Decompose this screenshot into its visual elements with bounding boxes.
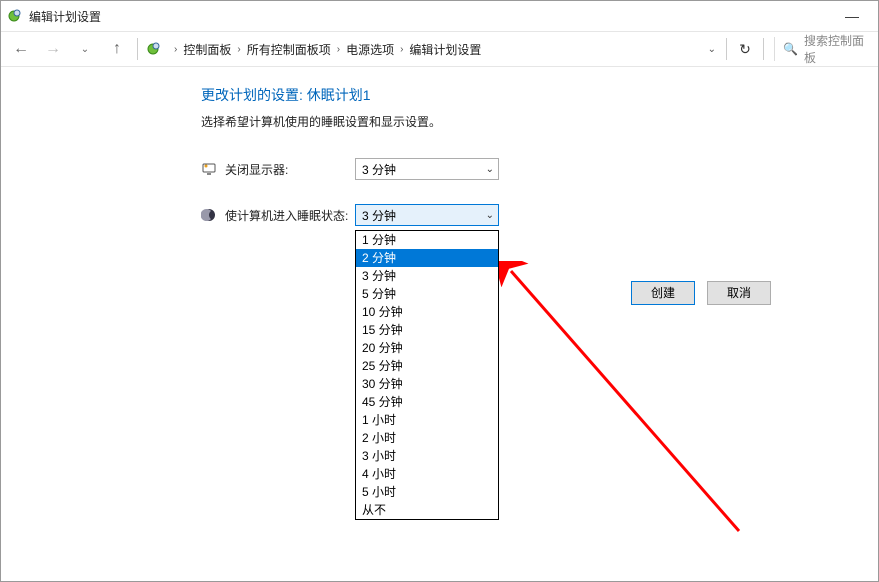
dropdown-option[interactable]: 15 分钟 [356,321,498,339]
dropdown-option[interactable]: 25 分钟 [356,357,498,375]
dropdown-option[interactable]: 1 分钟 [356,231,498,249]
dropdown-option[interactable]: 2 小时 [356,429,498,447]
titlebar: 编辑计划设置 — [1,1,878,31]
sleep-value: 3 分钟 [362,207,486,224]
chevron-right-icon: › [337,44,340,55]
sleep-row: 使计算机进入睡眠状态: 3 分钟 ⌄ [201,204,878,226]
dropdown-option[interactable]: 5 小时 [356,483,498,501]
monitor-icon [201,161,217,177]
chevron-right-icon: › [400,44,403,55]
search-input[interactable]: 🔍 搜索控制面板 [774,37,874,61]
breadcrumb-item[interactable]: 编辑计划设置 [409,41,481,58]
dropdown-option[interactable]: 5 分钟 [356,285,498,303]
breadcrumb[interactable]: › 控制面板 › 所有控制面板项 › 电源选项 › 编辑计划设置 ⌄ [142,41,722,58]
minimize-button[interactable]: — [832,8,872,24]
dropdown-option[interactable]: 2 分钟 [356,249,498,267]
dropdown-option[interactable]: 4 小时 [356,465,498,483]
button-row: 创建 取消 [631,281,771,305]
display-off-label: 关闭显示器: [225,161,355,178]
back-button[interactable]: ← [5,35,37,63]
refresh-button[interactable]: ↻ [731,41,759,58]
breadcrumb-item[interactable]: 电源选项 [346,41,394,58]
up-button[interactable]: ↑ [101,35,133,63]
sleep-select[interactable]: 3 分钟 ⌄ [355,204,499,226]
cancel-button[interactable]: 取消 [707,281,771,305]
dropdown-option[interactable]: 45 分钟 [356,393,498,411]
breadcrumb-item[interactable]: 所有控制面板项 [247,41,331,58]
display-off-value: 3 分钟 [362,161,486,178]
recent-dropdown[interactable]: ⌄ [69,35,101,63]
sleep-label: 使计算机进入睡眠状态: [225,207,355,224]
moon-icon [201,207,217,223]
forward-button[interactable]: → [37,35,69,63]
content-area: 更改计划的设置: 休眠计划1 选择希望计算机使用的睡眠设置和显示设置。 关闭显示… [1,67,878,226]
chevron-right-icon: › [237,44,240,55]
dropdown-option[interactable]: 3 小时 [356,447,498,465]
navbar: ← → ⌄ ↑ › 控制面板 › 所有控制面板项 › 电源选项 › 编辑计划设置… [1,31,878,67]
search-icon: 🔍 [783,42,798,56]
chevron-down-icon[interactable]: ⌄ [708,44,716,55]
search-placeholder: 搜索控制面板 [804,32,874,66]
dropdown-option[interactable]: 20 分钟 [356,339,498,357]
nav-separator [726,38,727,60]
breadcrumb-item[interactable]: 控制面板 [183,41,231,58]
dropdown-option[interactable]: 1 小时 [356,411,498,429]
dropdown-option[interactable]: 30 分钟 [356,375,498,393]
app-icon [7,8,23,24]
display-off-row: 关闭显示器: 3 分钟 ⌄ [201,158,878,180]
sleep-dropdown-list[interactable]: 1 分钟2 分钟3 分钟5 分钟10 分钟15 分钟20 分钟25 分钟30 分… [355,230,499,520]
chevron-right-icon: › [174,44,177,55]
chevron-down-icon: ⌄ [486,210,494,221]
nav-separator [137,38,138,60]
dropdown-option[interactable]: 3 分钟 [356,267,498,285]
dropdown-option[interactable]: 从不 [356,501,498,519]
display-off-select[interactable]: 3 分钟 ⌄ [355,158,499,180]
breadcrumb-icon [146,41,162,57]
dropdown-option[interactable]: 10 分钟 [356,303,498,321]
chevron-down-icon: ⌄ [486,164,494,175]
page-title: 更改计划的设置: 休眠计划1 [201,85,878,105]
page-subtitle: 选择希望计算机使用的睡眠设置和显示设置。 [201,113,878,130]
nav-separator [763,38,764,60]
window-title: 编辑计划设置 [29,8,832,25]
create-button[interactable]: 创建 [631,281,695,305]
